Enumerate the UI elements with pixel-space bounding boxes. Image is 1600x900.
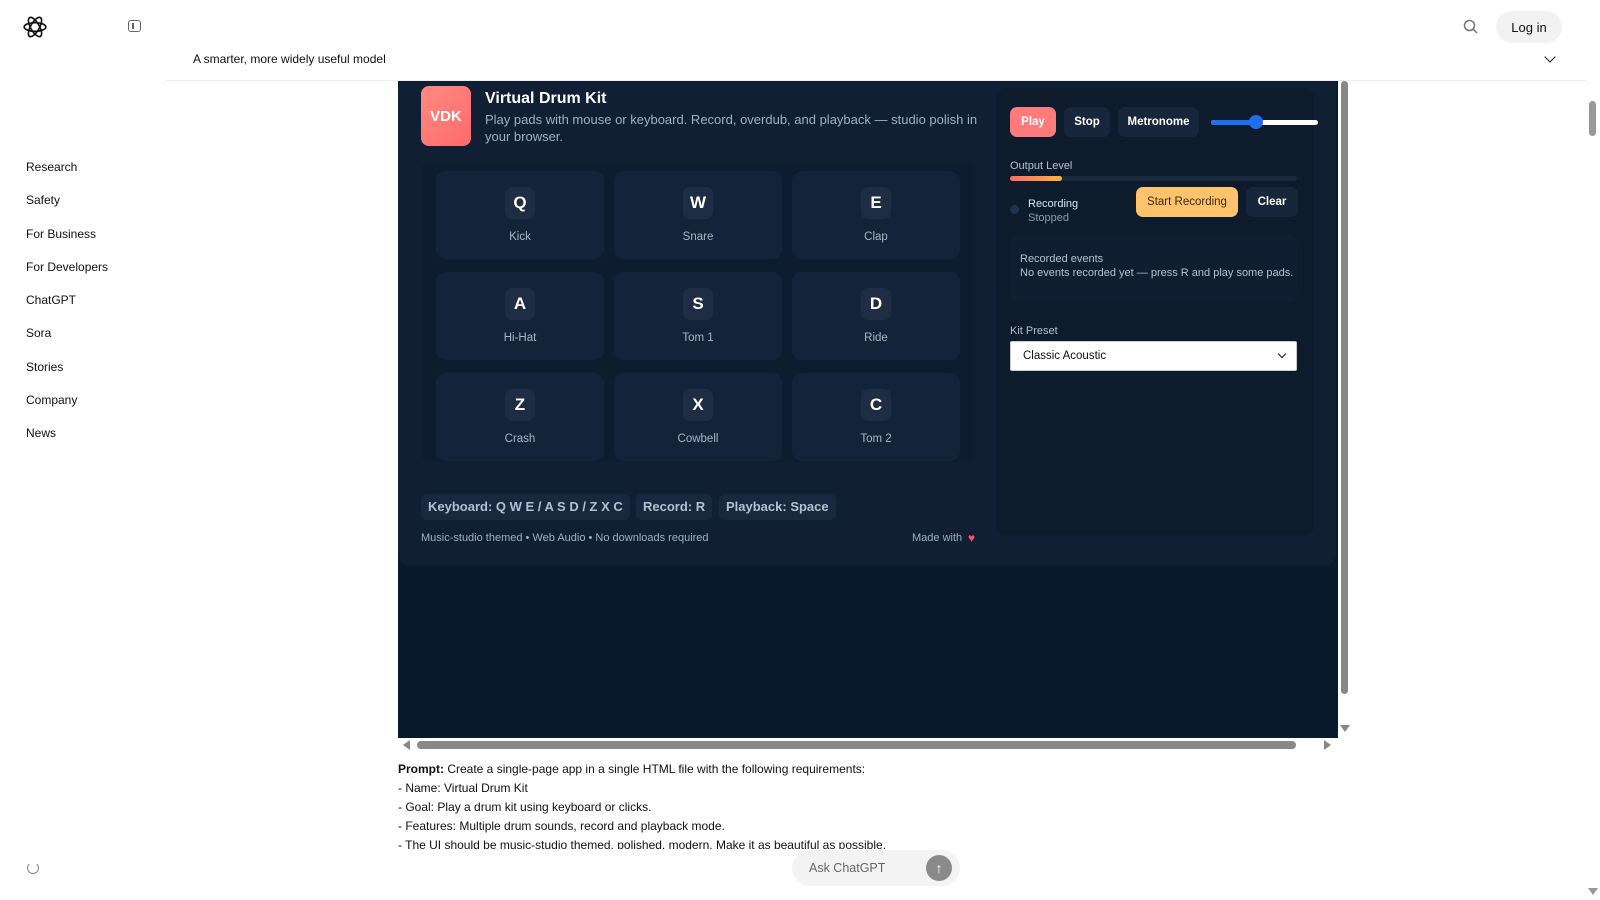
drum-pad-ride[interactable]: D Ride [792, 272, 960, 360]
pad-name: Tom 1 [682, 332, 714, 344]
openai-logo-icon[interactable] [22, 14, 48, 40]
pad-key: C [861, 389, 891, 421]
nav-item-for-developers[interactable]: For Developers [26, 260, 108, 293]
made-with-label: Made with [912, 532, 963, 544]
sidebar-toggle-icon[interactable] [128, 20, 141, 32]
refresh-icon[interactable] [27, 862, 39, 874]
prompt-label: Prompt: [398, 762, 444, 776]
prompt-text: Prompt: Create a single-page app in a si… [398, 760, 1298, 849]
page-scroll-down-arrow-icon[interactable] [1588, 888, 1598, 895]
nav-item-for-business[interactable]: For Business [26, 227, 108, 260]
app-badge: VDK [421, 86, 471, 146]
pad-name: Clap [864, 231, 888, 243]
controls-panel: Play Stop Metronome Output Level Recordi… [996, 88, 1318, 535]
drum-pad-snare[interactable]: W Snare [614, 171, 782, 259]
search-icon[interactable] [1462, 18, 1480, 36]
sidebar-nav: Research Safety For Business For Develop… [26, 160, 108, 460]
nav-item-company[interactable]: Company [26, 393, 108, 426]
arrow-up-icon[interactable]: ↑ [926, 855, 952, 881]
stop-button[interactable]: Stop [1064, 107, 1110, 137]
ask-chatgpt-placeholder: Ask ChatGPT [809, 861, 886, 875]
nav-item-safety[interactable]: Safety [26, 193, 108, 226]
drum-pad-crash[interactable]: Z Crash [436, 373, 604, 461]
drum-pad-tom-1[interactable]: S Tom 1 [614, 272, 782, 360]
chevron-down-icon[interactable] [1544, 51, 1556, 63]
recorded-events-empty: No events recorded yet — press R and pla… [1020, 267, 1294, 279]
drum-pad-hi-hat[interactable]: A Hi-Hat [436, 272, 604, 360]
pad-name: Snare [682, 231, 714, 243]
drum-pads-grid: Q Kick W Snare E Clap A Hi-Hat S Tom 1 D… [421, 162, 974, 462]
prompt-line: - The UI should be music-studio themed, … [398, 838, 887, 849]
nav-item-sora[interactable]: Sora [26, 326, 108, 359]
drum-pad-kick[interactable]: Q Kick [436, 171, 604, 259]
frame-vertical-scroll-thumb[interactable] [1341, 81, 1348, 694]
prompt-line: - Goal: Play a drum kit using keyboard o… [398, 800, 652, 814]
drum-pad-tom-2[interactable]: C Tom 2 [792, 373, 960, 461]
playback-hint-chip: Playback: Space [719, 494, 836, 520]
output-level-fill [1010, 176, 1062, 181]
model-subtitle: A smarter, more widely useful model [193, 52, 386, 66]
scroll-down-arrow-icon[interactable] [1340, 725, 1350, 732]
volume-slider-thumb[interactable] [1248, 115, 1263, 129]
app-title: Virtual Drum Kit [485, 90, 607, 107]
pad-name: Tom 2 [860, 433, 892, 445]
recording-label: Recording [1028, 198, 1079, 210]
prompt-line: - Name: Virtual Drum Kit [398, 781, 528, 795]
pad-name: Ride [864, 332, 888, 344]
nav-item-stories[interactable]: Stories [26, 360, 108, 393]
login-button[interactable]: Log in [1496, 11, 1562, 43]
prompt-intro: Create a single-page app in a single HTM… [444, 762, 866, 776]
recording-status: Stopped [1028, 212, 1069, 224]
kit-preset-select[interactable]: Classic Acoustic [1010, 341, 1297, 371]
drum-pad-cowbell[interactable]: X Cowbell [614, 373, 782, 461]
output-level-label: Output Level [1010, 160, 1073, 172]
kit-preset-label: Kit Preset [1010, 325, 1058, 337]
pad-name: Crash [504, 433, 536, 445]
start-recording-button[interactable]: Start Recording [1136, 187, 1238, 217]
scroll-right-arrow-icon[interactable] [1324, 740, 1331, 750]
clear-button[interactable]: Clear [1246, 187, 1298, 217]
record-hint-chip: Record: R [636, 494, 713, 520]
nav-item-news[interactable]: News [26, 426, 108, 459]
heart-icon: ♥ [968, 531, 976, 545]
pad-key: E [861, 187, 891, 219]
app-preview-frame: VDK Virtual Drum Kit Play pads with mous… [398, 81, 1338, 738]
pad-key: Q [505, 187, 535, 219]
pad-key: X [683, 389, 713, 421]
pad-name: Hi-Hat [503, 332, 537, 344]
drum-pad-clap[interactable]: E Clap [792, 171, 960, 259]
scroll-left-arrow-icon[interactable] [403, 740, 410, 750]
pad-key: W [683, 187, 713, 219]
nav-item-chatgpt[interactable]: ChatGPT [26, 293, 108, 326]
recording-indicator-icon [1010, 205, 1019, 214]
pad-key: D [861, 288, 891, 320]
page-scroll-thumb[interactable] [1589, 101, 1596, 136]
app-description: Play pads with mouse or keyboard. Record… [485, 112, 978, 144]
prompt-line: - Features: Multiple drum sounds, record… [398, 819, 725, 833]
pad-key: S [683, 288, 713, 320]
pad-key: Z [505, 389, 535, 421]
drum-kit-card: VDK Virtual Drum Kit Play pads with mous… [398, 81, 1336, 566]
keyboard-hint-chip: Keyboard: Q W E / A S D / Z X C [421, 494, 630, 520]
nav-item-research[interactable]: Research [26, 160, 108, 193]
pad-name: Cowbell [677, 433, 719, 445]
pad-name: Kick [509, 231, 531, 243]
recorded-events-title: Recorded events [1020, 253, 1104, 265]
metronome-button[interactable]: Metronome [1118, 107, 1199, 137]
pad-key: A [505, 288, 535, 320]
frame-horizontal-scroll-thumb[interactable] [417, 741, 1296, 749]
play-button[interactable]: Play [1010, 107, 1056, 137]
footer-note: Music-studio themed • Web Audio • No dow… [421, 532, 709, 544]
